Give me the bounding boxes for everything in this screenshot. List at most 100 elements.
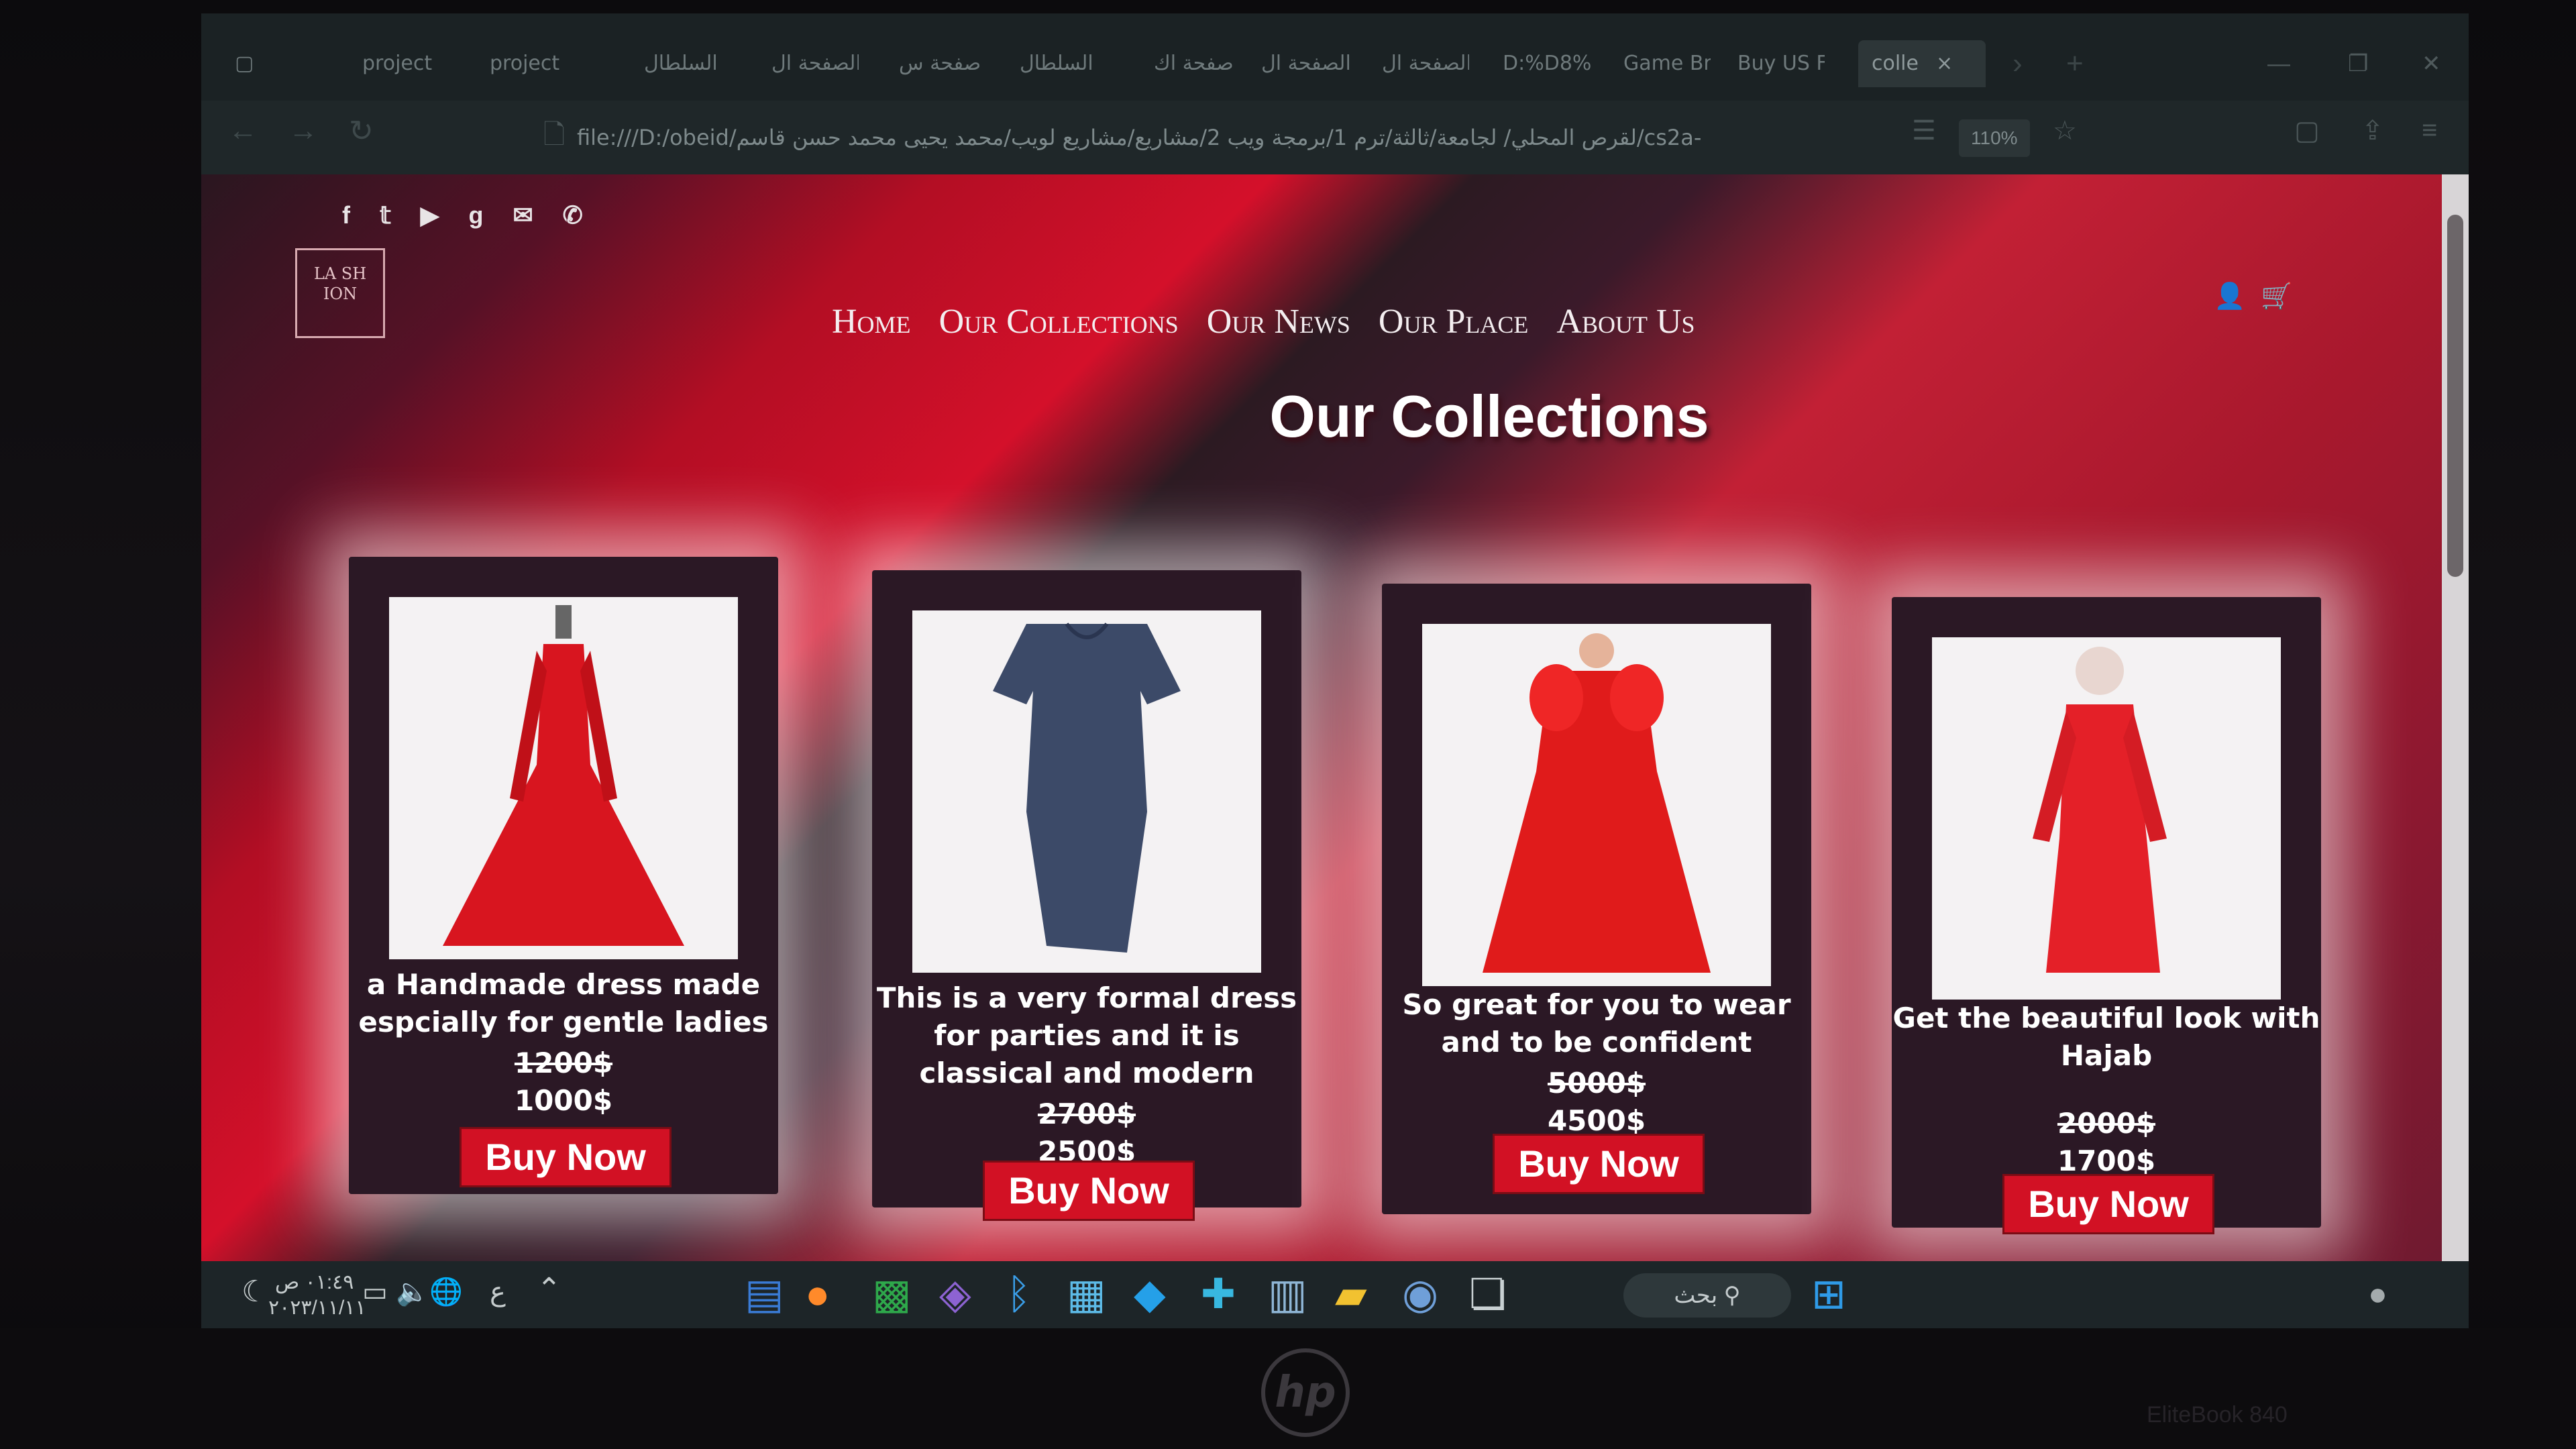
chat-icon[interactable]: ◉ — [1402, 1268, 1438, 1322]
close-window-icon[interactable]: ✕ — [2422, 40, 2441, 87]
page-info-icon[interactable]: 🗋 — [543, 115, 565, 161]
product-image — [1422, 624, 1771, 986]
network-icon[interactable]: 🌐 — [429, 1279, 463, 1305]
volume-icon[interactable]: 🔈 — [396, 1279, 429, 1305]
hp-logo: hp — [1261, 1348, 1350, 1437]
share-icon[interactable]: ⇪ — [2361, 115, 2384, 146]
notification-icon[interactable]: ● — [2368, 1268, 2387, 1322]
product-description: Get the beautiful look with Hajab — [1892, 1002, 2320, 1072]
bluetooth-icon[interactable]: ᛒ — [1006, 1268, 1031, 1322]
product-image — [912, 610, 1261, 973]
tab[interactable]: صفحة س — [899, 40, 979, 87]
product-old-price: 2000$ — [2057, 1107, 2156, 1140]
mail-icon[interactable]: ✉ — [513, 201, 533, 229]
minimize-icon[interactable]: — — [2267, 40, 2290, 87]
tab[interactable]: صفحة اك — [1154, 40, 1234, 87]
buy-now-button[interactable]: Buy Now — [983, 1161, 1195, 1221]
nav-our-news[interactable]: Our News — [1207, 302, 1350, 341]
tab[interactable]: Game Bro — [1623, 40, 1711, 87]
tab[interactable]: الصفحة ال — [1382, 40, 1469, 87]
product-price: 1000$ — [514, 1084, 613, 1117]
product-description: a Handmade dress made espcially for gent… — [358, 968, 769, 1038]
reader-view-icon[interactable]: ☰ — [1912, 115, 1936, 146]
tab[interactable]: D:%D8% — [1503, 40, 1597, 87]
address-bar[interactable]: file:///D:/obeid/لقرص المحلي/ لجامعة/ثال… — [577, 114, 2073, 161]
tab[interactable]: السلطال — [1020, 40, 1107, 87]
product-card: a Handmade dress made espcially for gent… — [349, 557, 778, 1194]
chevron-up-icon[interactable]: ⌃ — [537, 1275, 561, 1304]
site-logo[interactable]: LA SH ION — [295, 248, 385, 338]
product-image — [389, 597, 738, 959]
back-icon[interactable]: ← — [228, 114, 258, 148]
nav-our-place[interactable]: Our Place — [1379, 302, 1528, 341]
product-price: 4500$ — [1547, 1104, 1646, 1137]
battery-icon[interactable]: ▭ — [362, 1279, 388, 1305]
phone-icon[interactable]: ✆ — [563, 201, 583, 229]
restore-icon[interactable]: ❐ — [2348, 40, 2368, 87]
clock-time[interactable]: ٠١:٤٩ ص — [275, 1271, 354, 1295]
cart-icon[interactable]: 🛒 — [2261, 282, 2292, 311]
vscode-icon[interactable]: ◆ — [1134, 1268, 1166, 1322]
bookmark-star-icon[interactable]: ☆ — [2053, 115, 2077, 146]
visual-studio-icon[interactable]: ◈ — [939, 1268, 971, 1322]
reload-icon[interactable]: ↻ — [349, 114, 374, 148]
app-blue-icon[interactable]: ▦ — [1067, 1268, 1106, 1322]
app-installer-icon[interactable]: ✚ — [1201, 1268, 1236, 1322]
product-description: This is a very formal dress for parties … — [876, 981, 1297, 1089]
google-plus-icon[interactable]: g — [468, 201, 483, 229]
tab[interactable]: السلطال — [644, 40, 731, 87]
scrollbar-thumb[interactable] — [2447, 215, 2463, 577]
tab-label: colle — [1872, 52, 1919, 75]
buy-now-button[interactable]: Buy Now — [460, 1127, 672, 1187]
nav-about-us[interactable]: About Us — [1556, 302, 1695, 341]
moon-icon: ☾ — [241, 1275, 268, 1308]
product-image — [1932, 637, 2281, 1000]
tab[interactable]: project — [490, 40, 577, 87]
firefox-icon[interactable]: ● — [805, 1268, 830, 1322]
product-price: 1700$ — [2057, 1144, 2156, 1177]
tab[interactable]: project — [362, 40, 449, 87]
youtube-icon[interactable]: ▶ — [421, 201, 439, 229]
site-nav: Home Our Collections Our News Our Place … — [832, 302, 1695, 341]
buy-now-button[interactable]: Buy Now — [2002, 1174, 2214, 1234]
forward-icon[interactable]: → — [288, 114, 318, 148]
notepad-icon[interactable]: ▥ — [1268, 1268, 1307, 1322]
page-title: Our Collections — [1269, 383, 1709, 449]
tab-overview-icon[interactable]: ▢ — [235, 40, 262, 87]
social-links: f 𝕥 ▶ g ✉ ✆ — [342, 201, 583, 229]
snipping-tool-icon[interactable]: ▤ — [745, 1268, 784, 1322]
app-green-icon[interactable]: ▩ — [872, 1268, 912, 1322]
task-view-icon[interactable]: ❏ — [1469, 1268, 1507, 1322]
model-label: EliteBook 840 — [2147, 1402, 2288, 1428]
product-card: Get the beautiful look with Hajab 2000$ … — [1892, 597, 2321, 1234]
product-card: So great for you to wear and to be confi… — [1382, 584, 1811, 1214]
nav-our-collections[interactable]: Our Collections — [939, 302, 1179, 341]
scroll-tabs-right-icon[interactable]: › — [2012, 40, 2023, 87]
zoom-level[interactable]: 110% — [1959, 119, 2030, 157]
buy-now-button[interactable]: Buy Now — [1493, 1134, 1705, 1194]
user-icon[interactable]: 👤 — [2214, 282, 2245, 311]
search-icon: ⚲ — [1723, 1283, 1741, 1308]
web-page: f 𝕥 ▶ g ✉ ✆ LA SH ION Home Our Collectio… — [201, 174, 2469, 1261]
nav-home[interactable]: Home — [832, 302, 911, 341]
tab[interactable]: الصفحة ال — [1261, 40, 1355, 87]
page-scrollbar[interactable] — [2442, 174, 2469, 1261]
tab-active[interactable]: colle × — [1858, 40, 1986, 87]
close-tab-icon[interactable]: × — [1936, 52, 1953, 75]
screen: ▢ project project السلطال الصفحة ال صفحة… — [201, 13, 2469, 1328]
extensions-icon[interactable]: ▢ — [2294, 115, 2320, 146]
product-card: This is a very formal dress for parties … — [872, 570, 1301, 1221]
product-old-price: 5000$ — [1547, 1067, 1646, 1099]
facebook-icon[interactable]: f — [342, 201, 350, 229]
file-explorer-icon[interactable]: ▰ — [1335, 1268, 1367, 1322]
tab[interactable]: الصفحة ال — [771, 40, 859, 87]
menu-icon[interactable]: ≡ — [2422, 115, 2437, 146]
new-tab-icon[interactable]: + — [2066, 40, 2084, 87]
search-label: بحث — [1674, 1283, 1718, 1308]
clock-date[interactable]: ٢٠٢٣/١١/١١ — [268, 1296, 366, 1320]
twitter-icon[interactable]: 𝕥 — [380, 201, 391, 229]
input-language[interactable]: ع — [490, 1279, 506, 1305]
tab[interactable]: Buy US Fa — [1737, 40, 1825, 87]
taskbar-search[interactable]: بحث ⚲ — [1623, 1273, 1791, 1318]
windows-start-icon[interactable]: ⊞ — [1811, 1268, 1846, 1322]
